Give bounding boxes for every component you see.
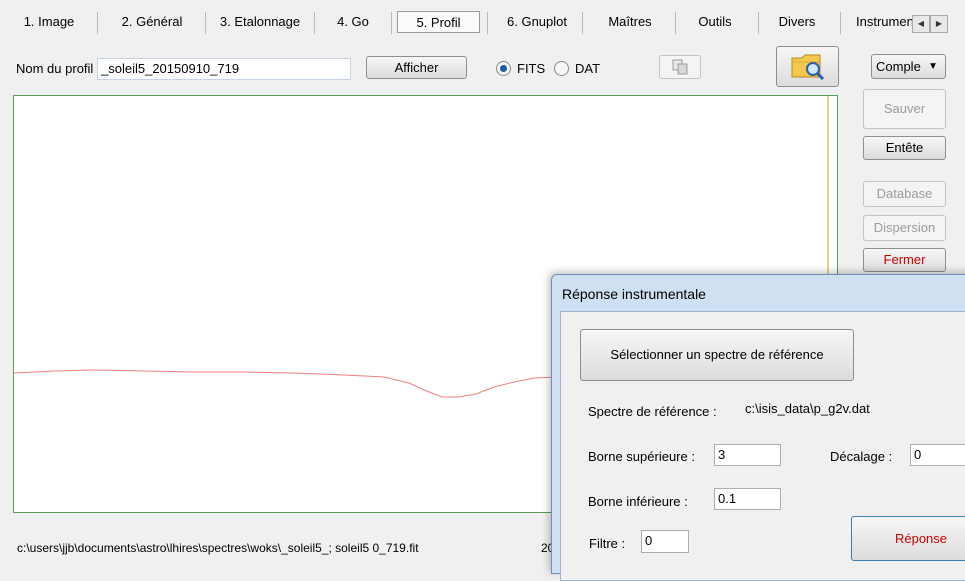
copy-button[interactable]: [659, 55, 701, 79]
tab-scroll-arrows: ◀ ▶: [912, 15, 948, 33]
dispersion-button[interactable]: Dispersion: [863, 215, 946, 241]
upper-bound-label: Borne supérieure :: [588, 449, 695, 464]
upper-bound-input[interactable]: 3: [714, 444, 781, 466]
scroll-right-icon[interactable]: ▶: [930, 15, 948, 33]
select-reference-button[interactable]: Sélectionner un spectre de référence: [580, 329, 854, 381]
response-button[interactable]: Réponse: [851, 516, 965, 561]
offset-label: Décalage :: [830, 449, 893, 464]
tab-separator: [205, 12, 206, 34]
save-button[interactable]: Sauver: [863, 89, 946, 129]
instrument-response-dialog: Réponse instrumentale Sélectionner un sp…: [551, 274, 965, 581]
tab-separator: [391, 12, 392, 34]
tab-bar: 1. Image 2. Général 3. Etalonnage 4. Go …: [0, 8, 965, 38]
dat-radio[interactable]: [554, 61, 569, 76]
tab-profil[interactable]: 5. Profil: [397, 11, 480, 33]
profile-name-input[interactable]: _soleil5_20150910_719: [97, 58, 351, 80]
tab-instrumentation[interactable]: Instrumentation: [856, 14, 912, 32]
dat-radio-label: DAT: [575, 61, 601, 76]
tab-image[interactable]: 1. Image: [14, 14, 84, 32]
tab-separator: [675, 12, 676, 34]
tab-separator: [487, 12, 488, 34]
dialog-client: Sélectionner un spectre de référence Spe…: [560, 311, 965, 581]
status-path: c:\users\jjb\documents\astro\lhires\spec…: [17, 541, 419, 555]
tab-separator: [97, 12, 98, 34]
fits-radio-label: FITS: [517, 61, 546, 76]
reference-label: Spectre de référence :: [588, 404, 717, 419]
lower-bound-label: Borne inférieure :: [588, 494, 688, 509]
mode-dropdown[interactable]: Comple ▼: [871, 54, 946, 79]
profile-name-label: Nom du profil: [16, 61, 94, 76]
chevron-down-icon: ▼: [928, 61, 938, 72]
mode-dropdown-value: Comple: [876, 59, 921, 74]
header-button[interactable]: Entête: [863, 136, 946, 160]
filter-label: Filtre :: [589, 536, 626, 551]
tab-separator: [582, 12, 583, 34]
tab-general[interactable]: 2. Général: [110, 14, 194, 32]
show-button[interactable]: Afficher: [366, 56, 467, 79]
tab-outils[interactable]: Outils: [688, 14, 742, 32]
reference-value: c:\isis_data\p_g2v.dat: [742, 399, 965, 421]
tab-divers[interactable]: Divers: [770, 14, 824, 32]
lower-bound-input[interactable]: 0.1: [714, 488, 781, 510]
tab-etalonnage[interactable]: 3. Etalonnage: [212, 14, 308, 32]
tab-maitres[interactable]: Maîtres: [598, 14, 662, 32]
filter-input[interactable]: 0: [641, 530, 689, 553]
folder-search-icon: [791, 54, 824, 81]
dialog-title: Réponse instrumentale: [562, 286, 706, 302]
tab-separator: [840, 12, 841, 34]
open-folder-button[interactable]: [776, 46, 839, 87]
database-button[interactable]: Database: [863, 181, 946, 207]
scroll-left-icon[interactable]: ◀: [912, 15, 930, 33]
offset-input[interactable]: 0: [910, 444, 965, 466]
tab-separator: [758, 12, 759, 34]
fits-radio[interactable]: [496, 61, 511, 76]
tab-go[interactable]: 4. Go: [326, 14, 380, 32]
tab-gnuplot[interactable]: 6. Gnuplot: [498, 14, 576, 32]
tab-separator: [314, 12, 315, 34]
close-button[interactable]: Fermer: [863, 248, 946, 272]
copy-icon: [672, 59, 688, 75]
